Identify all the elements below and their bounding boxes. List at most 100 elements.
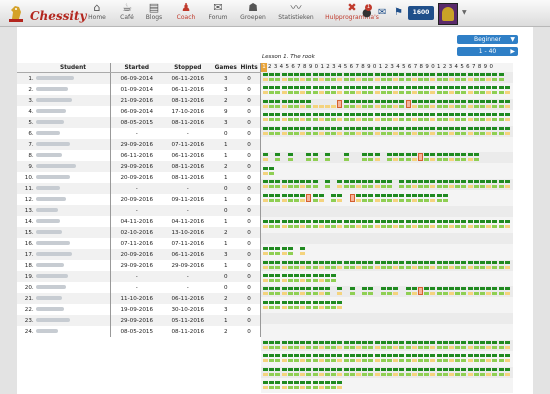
lesson-cell-solved[interactable] <box>287 354 293 358</box>
rating-badge[interactable]: 1600 <box>408 6 434 20</box>
messages-button[interactable]: ✉ <box>378 3 390 23</box>
lesson-cell-solved[interactable] <box>300 260 306 264</box>
lesson-cell-solved[interactable] <box>356 367 361 371</box>
lesson-cell-solved[interactable] <box>349 354 355 358</box>
lesson-cell-solved[interactable] <box>306 113 312 117</box>
lesson-cell-solved[interactable] <box>374 126 380 130</box>
lesson-cell-solved[interactable] <box>504 86 510 90</box>
lesson-cell-solved[interactable] <box>275 300 281 304</box>
lesson-cell-solved[interactable] <box>306 153 312 157</box>
lesson-cell-solved[interactable] <box>436 153 442 157</box>
lesson-cell-solved[interactable] <box>449 260 454 264</box>
lesson-cell-solved[interactable] <box>337 300 343 304</box>
lesson-cell-solved[interactable] <box>436 220 442 224</box>
lesson-cell-solved[interactable] <box>294 86 299 90</box>
lesson-cell-solved[interactable] <box>467 126 473 130</box>
table-row[interactable]: 5. 08-05-2015 08-11-2016 3 0 <box>17 117 262 128</box>
lesson-cell-solved[interactable] <box>473 341 479 344</box>
lesson-cell-solved[interactable] <box>349 99 355 103</box>
lesson-cell-solved[interactable] <box>436 287 442 291</box>
lesson-cell-solved[interactable] <box>269 99 275 103</box>
lesson-cell-solved[interactable] <box>480 86 485 90</box>
lesson-cell-solved[interactable] <box>504 113 510 117</box>
lesson-cell-solved[interactable] <box>467 180 473 184</box>
lesson-cell-solved[interactable] <box>337 193 343 197</box>
lesson-cell-solved[interactable] <box>380 354 386 358</box>
table-row[interactable]: 22. 19-09-2016 30-10-2016 3 0 <box>17 304 262 315</box>
lesson-cell-solved[interactable] <box>325 300 330 304</box>
lesson-cell-solved[interactable] <box>436 86 442 90</box>
lesson-cell-solved[interactable] <box>368 287 374 291</box>
lesson-cell-solved[interactable] <box>287 220 293 224</box>
lesson-cell-solved[interactable] <box>318 300 324 304</box>
lesson-cell-solved[interactable] <box>294 180 299 184</box>
lesson-cell-solved[interactable] <box>337 73 343 76</box>
student-name[interactable] <box>35 249 111 260</box>
lesson-cell-solved[interactable] <box>281 287 287 291</box>
lesson-cell-solved[interactable] <box>269 367 275 371</box>
lesson-cell-solved[interactable] <box>312 367 318 371</box>
lesson-cell-solved[interactable] <box>312 274 318 277</box>
lesson-cell-solved[interactable] <box>331 113 337 117</box>
lesson-cell-solved[interactable] <box>492 86 498 90</box>
avatar[interactable] <box>438 3 458 25</box>
lesson-cell-solved[interactable] <box>424 260 430 264</box>
lesson-cell-solved[interactable] <box>331 126 337 130</box>
lesson-cell-solved[interactable] <box>281 341 287 344</box>
lesson-cell-solved[interactable] <box>275 113 281 117</box>
lesson-cell-solved[interactable] <box>312 73 318 76</box>
lesson-cell-solved[interactable] <box>455 287 461 291</box>
lesson-cell-solved[interactable] <box>455 126 461 130</box>
lesson-cell-solved[interactable] <box>294 300 299 304</box>
lesson-cell-solved[interactable] <box>492 113 498 117</box>
lesson-cell-solved[interactable] <box>430 99 436 103</box>
lesson-cell-solved[interactable] <box>405 354 411 358</box>
lesson-cell-solved[interactable] <box>281 300 287 304</box>
lesson-cell-solved[interactable] <box>449 126 454 130</box>
lesson-cell-solved[interactable] <box>306 99 312 103</box>
table-row[interactable]: 7. 29-09-2016 07-11-2016 1 0 <box>17 139 262 150</box>
lesson-cell-solved[interactable] <box>399 354 405 358</box>
lesson-cell-solved[interactable] <box>349 260 355 264</box>
table-row[interactable]: 19. - -0 0 <box>17 271 262 282</box>
lesson-cell-solved[interactable] <box>331 193 337 197</box>
lesson-cell-solved[interactable] <box>343 367 349 371</box>
lesson-cell-solved[interactable] <box>325 354 330 358</box>
lesson-cell-solved[interactable] <box>380 180 386 184</box>
lesson-cell-solved[interactable] <box>405 220 411 224</box>
lesson-cell-solved[interactable] <box>449 180 454 184</box>
lesson-cell-solved[interactable] <box>418 99 423 103</box>
lesson-cell-solved[interactable] <box>362 99 368 103</box>
lesson-cell-solved[interactable] <box>393 193 399 197</box>
lesson-cell-solved[interactable] <box>362 86 368 90</box>
student-name[interactable] <box>35 106 111 117</box>
lesson-cell-solved[interactable] <box>362 287 368 291</box>
lesson-cell-solved[interactable] <box>275 99 281 103</box>
lesson-cell-solved[interactable] <box>269 247 275 251</box>
lesson-cell-solved[interactable] <box>399 73 405 76</box>
lesson-cell-solved[interactable] <box>275 341 281 344</box>
lesson-cell-solved[interactable] <box>473 99 479 103</box>
lesson-cell-solved[interactable] <box>287 113 293 117</box>
lesson-cell-solved[interactable] <box>436 193 442 197</box>
lesson-cell-solved[interactable] <box>287 260 293 264</box>
lesson-cell-solved[interactable] <box>287 247 293 251</box>
lesson-cell-solved[interactable] <box>275 180 281 184</box>
nav-item-forum[interactable]: ✉ Forum <box>204 1 232 25</box>
lesson-cell-solved[interactable] <box>269 193 275 197</box>
lesson-cell-solved[interactable] <box>473 260 479 264</box>
lesson-cell-solved[interactable] <box>436 73 442 76</box>
lesson-cell-solved[interactable] <box>294 367 299 371</box>
lesson-cell-solved[interactable] <box>467 354 473 358</box>
lesson-cell-solved[interactable] <box>424 193 430 197</box>
lesson-cell-solved[interactable] <box>325 287 330 291</box>
lesson-cell-solved[interactable] <box>368 99 374 103</box>
student-name[interactable] <box>35 172 111 183</box>
lesson-cell-solved[interactable] <box>294 341 299 344</box>
lesson-cell-solved[interactable] <box>269 260 275 264</box>
lesson-cell-solved[interactable] <box>387 99 392 103</box>
lesson-cell-solved[interactable] <box>461 220 467 224</box>
lesson-cell-solved[interactable] <box>455 341 461 344</box>
lesson-cell-solved[interactable] <box>442 153 448 157</box>
lesson-cell-solved[interactable] <box>287 193 293 197</box>
